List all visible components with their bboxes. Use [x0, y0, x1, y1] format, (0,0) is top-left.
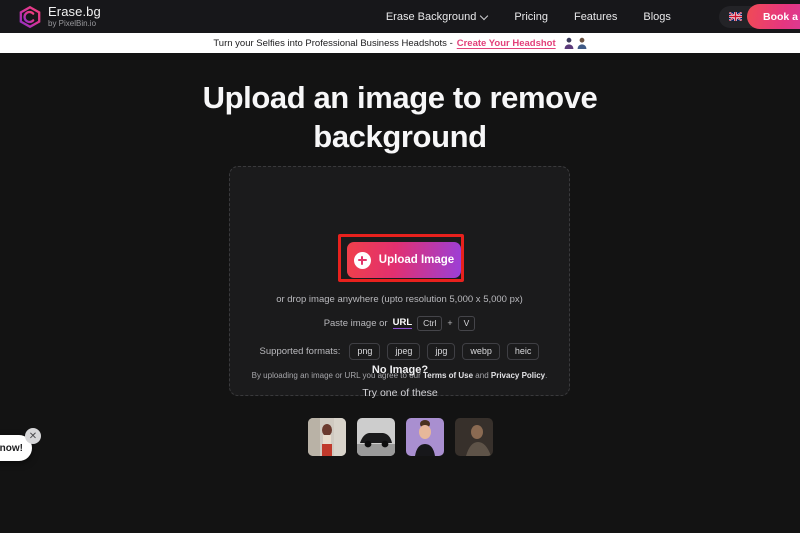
page-title: Upload an image to remove background — [0, 79, 800, 157]
headshot-avatar-icon-1 — [564, 37, 574, 49]
brand-subtitle: by PixelBin.io — [48, 19, 97, 28]
brand-logo-link[interactable]: Erase.bg by PixelBin.io — [18, 5, 101, 29]
sample-thumbnail-3 — [405, 418, 444, 456]
sample-thumbnail-4 — [454, 418, 493, 456]
try-one-label: Try one of these — [362, 387, 438, 399]
nav-item-features[interactable]: Features — [574, 11, 617, 23]
upload-image-button[interactable]: Upload Image — [347, 242, 461, 278]
nav-item-pricing[interactable]: Pricing — [514, 11, 548, 23]
close-icon[interactable]: ✕ — [25, 428, 41, 444]
url-link[interactable]: URL — [392, 317, 413, 330]
nav-item-label: Features — [573, 10, 618, 23]
drop-hint-text: or drop image anywhere (upto resolution … — [276, 294, 523, 305]
sample-thumbnail-1 — [307, 418, 346, 456]
sample-images-row — [0, 418, 800, 456]
main-content: Upload an image to remove background Upl… — [0, 53, 800, 533]
key-plus-separator: + — [447, 318, 453, 329]
sample-thumbnail-2 — [356, 418, 395, 456]
nav-item-erase-background[interactable]: Erase Background — [386, 11, 489, 23]
sample-woman-outdoors[interactable] — [307, 418, 346, 456]
erasebg-cube-logo-icon — [19, 5, 41, 28]
sample-woman-purple-bg[interactable] — [405, 418, 444, 456]
nav-item-label: Erase Background — [385, 10, 477, 23]
chat-widget[interactable]: t now! ✕ — [0, 428, 41, 461]
nav-item-blogs[interactable]: Blogs — [643, 11, 671, 23]
supported-formats-row: Supported formats: png jpeg jpg webp hei… — [230, 343, 569, 360]
chevron-down-icon — [481, 13, 488, 20]
nav-links: Erase Background Pricing Features Blogs — [386, 5, 800, 28]
banner-text: Turn your Selfies into Professional Busi… — [213, 37, 453, 49]
upload-button-highlight: Upload Image — [338, 234, 464, 282]
announcement-banner: Turn your Selfies into Professional Busi… — [0, 33, 800, 53]
nav-item-label: Blogs — [643, 10, 671, 23]
erasebg-upload-page: Erase.bg by PixelBin.io Erase Background… — [0, 0, 800, 533]
upload-button-label: Upload Image — [378, 254, 455, 266]
format-chip-jpeg[interactable]: jpeg — [387, 343, 421, 360]
top-navigation-bar: Erase.bg by PixelBin.io Erase Background… — [0, 0, 800, 33]
key-ctrl: Ctrl — [417, 316, 443, 331]
uk-flag-icon — [728, 12, 742, 21]
banner-avatars — [564, 37, 587, 49]
headshot-avatar-icon-2 — [577, 37, 587, 49]
paste-row: Paste image or URL Ctrl + V — [230, 316, 569, 331]
format-chip-webp[interactable]: webp — [462, 343, 500, 360]
sample-dark-portrait[interactable] — [454, 418, 493, 456]
format-chip-png[interactable]: png — [349, 343, 381, 360]
book-a-demo-button[interactable]: Book a — [746, 4, 800, 29]
nav-item-label: Pricing — [514, 10, 548, 23]
plus-circle-icon — [353, 251, 371, 269]
brand-name: Erase.bg — [48, 4, 101, 19]
key-v: V — [457, 316, 476, 331]
sample-black-car[interactable] — [356, 418, 395, 456]
create-headshot-link[interactable]: Create Your Headshot — [457, 38, 556, 49]
no-image-label: No Image? — [371, 364, 429, 376]
paste-label: Paste image or — [323, 317, 388, 329]
format-chip-jpg[interactable]: jpg — [427, 343, 456, 360]
supported-formats-label: Supported formats: — [259, 346, 341, 357]
format-chip-heic[interactable]: heic — [506, 343, 540, 360]
headline-line-2: background — [313, 118, 487, 154]
upload-dropzone[interactable]: Upload Image or drop image anywhere (upt… — [229, 166, 570, 396]
headline-line-1: Upload an image to remove — [202, 80, 598, 115]
